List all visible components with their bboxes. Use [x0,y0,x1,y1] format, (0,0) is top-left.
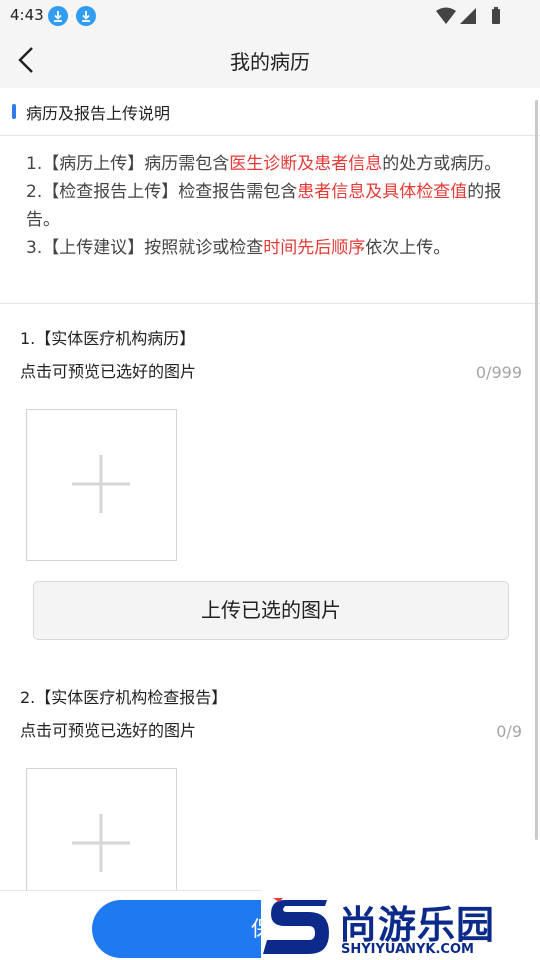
image-count: 0/999 [475,363,522,382]
status-bar: 4:43 [0,0,540,32]
scrollbar[interactable] [535,100,538,840]
page-title: 我的病历 [230,50,310,74]
instruction-item: 3.【上传建议】按照就诊或检查时间先后顺序依次上传。 [26,238,451,258]
upload-section-title: 1.【实体医疗机构病历】 [20,329,196,348]
instruction-item: 2.【检查报告上传】检查报告需包含患者信息及具体检查值的报告。 [26,182,502,230]
upload-section-hint: 点击可预览已选好的图片 [20,362,197,381]
image-count: 0/9 [496,722,522,741]
download-icon [76,6,96,26]
heading-accent-bar [12,104,16,119]
nav-bar: 我的病历 [0,32,540,88]
section-heading: 病历及报告上传说明 [0,88,540,136]
status-time: 4:43 [10,6,44,24]
upload-instructions: 1.【病历上传】病历需包含医生诊断及患者信息的处方或病历。 2.【检查报告上传】… [26,150,514,262]
instruction-item: 1.【病历上传】病历需包含医生诊断及患者信息的处方或病历。 [26,154,502,174]
wifi-icon [436,7,456,24]
watermark: 尚游乐园 SHYIYUANYK.COM [261,890,540,960]
plus-icon [72,814,130,872]
battery-icon [492,9,500,24]
add-image-button[interactable] [26,409,177,561]
watermark-logo-icon [263,898,329,954]
divider [0,303,540,304]
upload-section-title: 2.【实体医疗机构检查报告】 [20,688,228,707]
watermark-domain: SHYIYUANYK.COM [341,942,474,957]
upload-section-hint: 点击可预览已选好的图片 [20,721,197,740]
upload-selected-button[interactable]: 上传已选的图片 [33,581,509,640]
plus-icon [72,455,130,513]
watermark-brand: 尚游乐园 [339,903,496,947]
section-heading-text: 病历及报告上传说明 [26,104,171,123]
signal-icon [460,8,476,24]
status-icons [436,7,500,24]
download-icon [48,6,68,26]
